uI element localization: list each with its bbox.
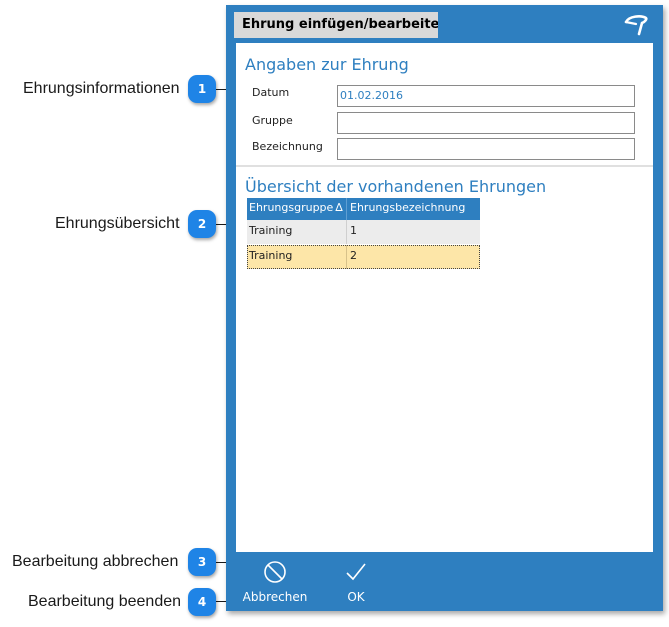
dialog-window: Ehrung einfügen/bearbeite Angaben zur Eh… — [226, 5, 663, 611]
callout-label-4: Bearbeitung beenden — [28, 593, 182, 610]
datum-field[interactable]: 01.02.2016 — [337, 85, 635, 107]
callout-badge-2: 2 — [188, 210, 216, 238]
details-section: Angaben zur Ehrung Datum 01.02.2016 Grup… — [236, 43, 653, 167]
gruppe-field[interactable] — [337, 112, 635, 134]
callout-label-1: Ehrungsinformationen — [23, 80, 180, 97]
column-header-bezeichnung[interactable]: Ehrungsbezeichnung — [348, 198, 480, 220]
datum-label: Datum — [252, 86, 290, 99]
details-heading: Angaben zur Ehrung — [245, 55, 409, 74]
cancel-circle-icon — [264, 561, 286, 583]
gruppe-label: Gruppe — [252, 114, 293, 127]
cell-bezeichnung: 2 — [350, 249, 357, 262]
bezeichnung-field[interactable] — [337, 138, 635, 160]
dialog-content: Angaben zur Ehrung Datum 01.02.2016 Grup… — [236, 43, 653, 552]
callout-badge-3: 3 — [188, 548, 216, 576]
cell-bezeichnung: 1 — [350, 224, 357, 237]
callout-label-3: Bearbeitung abbrechen — [12, 553, 179, 570]
table-row-selected[interactable]: Training 2 — [247, 245, 480, 269]
cancel-label: Abbrechen — [242, 590, 308, 604]
checkmark-icon — [346, 563, 366, 581]
bezeichnung-label: Bezeichnung — [252, 140, 323, 153]
table-row[interactable]: Training 1 — [247, 220, 480, 244]
sort-ascending-icon: ∆ — [335, 201, 343, 214]
callout-badge-1: 1 — [188, 75, 216, 103]
table-header: Ehrungsgruppe ∆ Ehrungsbezeichnung — [247, 198, 480, 220]
app-logo-icon — [624, 15, 648, 36]
cancel-button[interactable]: Abbrechen — [236, 556, 314, 604]
column-header-gruppe[interactable]: Ehrungsgruppe ∆ — [247, 198, 347, 220]
overview-heading: Übersicht der vorhandenen Ehrungen — [245, 177, 547, 196]
cell-gruppe: Training — [247, 245, 347, 269]
cell-gruppe: Training — [247, 220, 347, 244]
column-header-gruppe-label: Ehrungsgruppe — [249, 201, 333, 214]
callout-badge-4: 4 — [188, 588, 216, 616]
ok-label: OK — [347, 590, 365, 604]
ok-button[interactable]: OK — [336, 556, 376, 604]
dialog-title: Ehrung einfügen/bearbeite — [234, 12, 438, 38]
callout-label-2: Ehrungsübersicht — [55, 215, 180, 232]
